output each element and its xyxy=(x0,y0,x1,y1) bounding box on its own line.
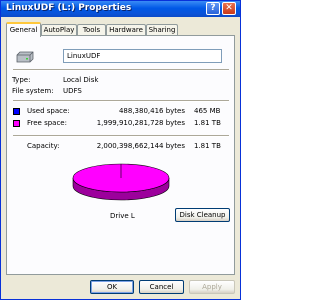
free-space-bytes: 1,999,910,281,728 bytes xyxy=(96,119,185,127)
free-space-size: 1.81 TB xyxy=(194,119,221,127)
free-space-label: Free space: xyxy=(27,119,67,127)
properties-window: LinuxUDF (L:) Properties ? ✕ General Aut… xyxy=(0,0,241,300)
file-system-value: UDFS xyxy=(63,87,82,95)
general-panel: Type: Local Disk File system: UDFS Used … xyxy=(6,35,235,275)
title-bar[interactable]: LinuxUDF (L:) Properties ? ✕ xyxy=(1,1,240,17)
used-space-label: Used space: xyxy=(27,107,70,115)
capacity-size: 1.81 TB xyxy=(194,142,221,150)
used-space-size: 465 MB xyxy=(194,107,221,115)
type-label: Type: xyxy=(12,76,31,84)
capacity-label: Capacity: xyxy=(27,142,60,150)
type-value: Local Disk xyxy=(63,76,99,84)
free-space-swatch xyxy=(13,120,20,127)
hard-drive-icon xyxy=(16,51,34,63)
file-system-label: File system: xyxy=(12,87,54,95)
used-space-bytes: 488,380,416 bytes xyxy=(118,107,185,115)
close-button[interactable]: ✕ xyxy=(222,2,236,15)
window-title: LinuxUDF (L:) Properties xyxy=(6,3,132,13)
used-space-swatch xyxy=(13,108,20,115)
separator xyxy=(13,135,229,137)
capacity-bytes: 2,000,398,662,144 bytes xyxy=(96,142,185,150)
apply-button[interactable]: Apply xyxy=(189,280,235,294)
drive-label: Drive L xyxy=(110,212,135,220)
separator xyxy=(13,100,229,102)
cancel-button[interactable]: Cancel xyxy=(139,280,184,294)
tab-general[interactable]: General xyxy=(6,22,41,37)
separator xyxy=(13,69,229,71)
volume-name-input[interactable] xyxy=(63,49,222,63)
disk-usage-pie xyxy=(72,163,170,201)
help-button[interactable]: ? xyxy=(206,2,220,15)
ok-button[interactable]: OK xyxy=(90,280,134,294)
disk-cleanup-button[interactable]: Disk Cleanup xyxy=(175,208,230,222)
